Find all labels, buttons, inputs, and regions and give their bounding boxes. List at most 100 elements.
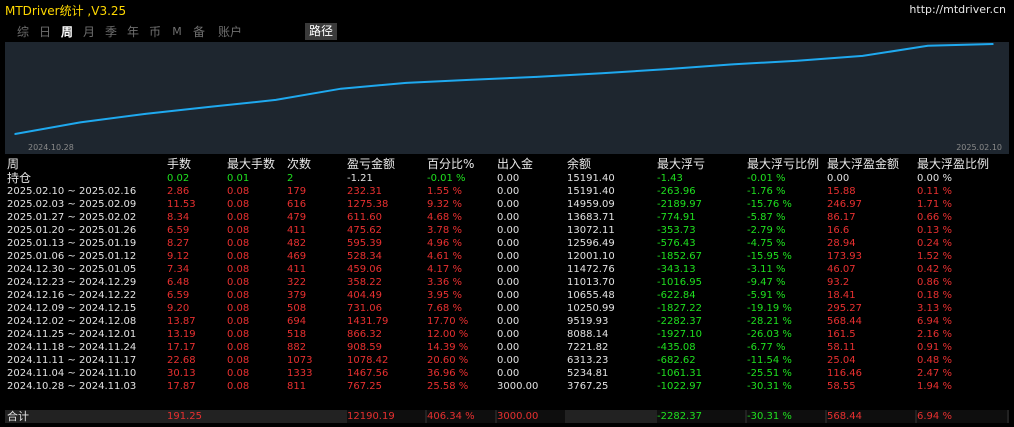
tab-month[interactable]: 月 bbox=[81, 23, 97, 41]
table-row[interactable]: 2025.02.03 ~ 2025.02.09 11.53 0.08 616 1275.… bbox=[5, 198, 1009, 211]
header-profit[interactable]: 盈亏金额 bbox=[347, 157, 425, 172]
tab-week[interactable]: 周 bbox=[59, 23, 75, 41]
table-row[interactable]: 2024.12.02 ~ 2024.12.08 13.87 0.08 694 1431.… bbox=[5, 315, 1009, 328]
max-float-profit-cell: 173.93 bbox=[827, 251, 862, 262]
header-max-float-profit[interactable]: 最大浮盈金额 bbox=[827, 157, 915, 172]
max-lots-cell: 0.08 bbox=[227, 251, 250, 262]
percent-cell: 1.55 % bbox=[427, 186, 462, 197]
equity-curve-line bbox=[14, 43, 994, 135]
max-drawdown-cell: -1927.10 bbox=[657, 329, 702, 340]
max-drawdown-cell: -1852.67 bbox=[657, 251, 702, 262]
tab-m[interactable]: M bbox=[171, 23, 183, 41]
tab-summary[interactable]: 综 bbox=[15, 23, 31, 41]
max-float-profit-ratio-cell: 0.86 % bbox=[917, 277, 952, 288]
week-period-cell: 2025.01.13 ~ 2025.01.19 bbox=[7, 238, 137, 249]
week-period-cell: 2024.12.23 ~ 2024.12.29 bbox=[7, 277, 137, 288]
table-row[interactable]: 2024.11.04 ~ 2024.11.10 30.13 0.08 1333 1467… bbox=[5, 367, 1009, 380]
max-drawdown-ratio-cell: -15.76 % bbox=[747, 199, 792, 210]
header-week[interactable]: 周 bbox=[7, 157, 165, 172]
header-max-drawdown[interactable]: 最大浮亏 bbox=[657, 157, 745, 172]
max-drawdown-cell: -1827.22 bbox=[657, 303, 702, 314]
max-lots-cell: 0.08 bbox=[227, 355, 250, 366]
open-trades-cell: 2 bbox=[287, 173, 294, 184]
open-max-drawdown-ratio-cell: -0.01 % bbox=[747, 173, 786, 184]
max-drawdown-ratio-cell: -6.77 % bbox=[747, 342, 786, 353]
max-float-profit-cell: 116.46 bbox=[827, 368, 862, 379]
header-balance[interactable]: 余额 bbox=[567, 157, 655, 172]
max-drawdown-cell: -774.91 bbox=[657, 212, 696, 223]
percent-cell: 20.60 % bbox=[427, 355, 469, 366]
max-float-profit-ratio-cell: 2.16 % bbox=[917, 329, 952, 340]
max-drawdown-ratio-cell: -25.51 % bbox=[747, 368, 792, 379]
profit-cell: 731.06 bbox=[347, 303, 382, 314]
header-max-drawdown-ratio[interactable]: 最大浮亏比例 bbox=[747, 157, 825, 172]
header-max-lots[interactable]: 最大手数 bbox=[227, 157, 285, 172]
table-row[interactable]: 2024.10.28 ~ 2024.11.03 17.87 0.08 811 767.2… bbox=[5, 380, 1009, 393]
trades-cell: 322 bbox=[287, 277, 307, 288]
open-position-label: 持仓 bbox=[7, 172, 32, 185]
lots-cell: 13.87 bbox=[167, 316, 196, 327]
week-period-cell: 2025.01.27 ~ 2025.02.02 bbox=[7, 212, 137, 223]
table-row[interactable]: 2025.01.06 ~ 2025.01.12 9.12 0.08 469 528.34… bbox=[5, 250, 1009, 263]
table-row[interactable]: 2025.01.27 ~ 2025.02.02 8.34 0.08 479 611.60… bbox=[5, 211, 1009, 224]
path-button[interactable]: 路径 bbox=[305, 23, 338, 40]
profit-cell: 528.34 bbox=[347, 251, 382, 262]
table-row[interactable]: 2024.12.23 ~ 2024.12.29 6.48 0.08 322 358.22… bbox=[5, 276, 1009, 289]
profit-cell: 459.06 bbox=[347, 264, 382, 275]
balance-cell: 13072.11 bbox=[567, 225, 615, 236]
max-drawdown-cell: -263.96 bbox=[657, 186, 696, 197]
lots-cell: 9.12 bbox=[167, 251, 190, 262]
tab-quarter[interactable]: 季 bbox=[103, 23, 119, 41]
tab-year[interactable]: 年 bbox=[125, 23, 141, 41]
week-period-cell: 2024.11.18 ~ 2024.11.24 bbox=[7, 342, 137, 353]
header-deposit[interactable]: 出入金 bbox=[497, 157, 565, 172]
max-drawdown-ratio-cell: -5.87 % bbox=[747, 212, 786, 223]
table-row[interactable]: 2024.11.11 ~ 2024.11.17 22.68 0.08 1073 1078… bbox=[5, 354, 1009, 367]
app-title: MTDriver统计 ,V3.25 bbox=[5, 4, 127, 18]
total-max-drawdown-ratio-cell: -30.31 % bbox=[747, 410, 825, 423]
table-row[interactable]: 2024.12.30 ~ 2025.01.05 7.34 0.08 411 459.06… bbox=[5, 263, 1009, 276]
trades-cell: 411 bbox=[287, 264, 307, 275]
tab-day[interactable]: 日 bbox=[37, 23, 53, 41]
percent-cell: 14.39 % bbox=[427, 342, 469, 353]
balance-cell: 10250.99 bbox=[567, 303, 615, 314]
max-lots-cell: 0.08 bbox=[227, 381, 250, 392]
total-max-float-profit-cell: 568.44 bbox=[827, 410, 915, 423]
trades-cell: 694 bbox=[287, 316, 307, 327]
tab-currency[interactable]: 币 bbox=[147, 23, 163, 41]
table-row[interactable]: 2025.02.10 ~ 2025.02.16 2.86 0.08 179 232.31… bbox=[5, 185, 1009, 198]
open-max-drawdown-cell: -1.43 bbox=[657, 173, 683, 184]
table-row[interactable]: 2024.12.09 ~ 2024.12.15 9.20 0.08 508 731.06… bbox=[5, 302, 1009, 315]
equity-curve-point bbox=[209, 106, 212, 108]
profit-cell: 404.49 bbox=[347, 290, 382, 301]
table-row[interactable]: 2024.11.18 ~ 2024.11.24 17.17 0.08 882 908.5… bbox=[5, 341, 1009, 354]
equity-curve-point bbox=[731, 63, 733, 66]
table-row[interactable]: 2024.12.16 ~ 2024.12.22 6.59 0.08 379 404.49… bbox=[5, 289, 1009, 302]
max-lots-cell: 0.08 bbox=[227, 212, 250, 223]
week-period-cell: 2024.10.28 ~ 2024.11.03 bbox=[7, 381, 137, 392]
header-trades[interactable]: 次数 bbox=[287, 157, 345, 172]
max-float-profit-ratio-cell: 1.94 % bbox=[917, 381, 952, 392]
open-position-row[interactable]: 持仓 0.02 0.01 2 -1.21 -0.01 % 0.00 15191.40 -1.4… bbox=[5, 172, 1009, 185]
max-float-profit-cell: 46.07 bbox=[827, 264, 856, 275]
max-drawdown-ratio-cell: -5.91 % bbox=[747, 290, 786, 301]
max-float-profit-cell: 295.27 bbox=[827, 303, 862, 314]
max-lots-cell: 0.08 bbox=[227, 186, 250, 197]
table-row[interactable]: 2025.01.20 ~ 2025.01.26 6.59 0.08 411 475.62… bbox=[5, 224, 1009, 237]
max-lots-cell: 0.08 bbox=[227, 238, 250, 249]
header-lots[interactable]: 手数 bbox=[167, 157, 225, 172]
trades-cell: 1333 bbox=[287, 368, 313, 379]
table-row[interactable]: 2024.11.25 ~ 2024.12.01 13.19 0.08 518 866.3… bbox=[5, 328, 1009, 341]
tab-account[interactable]: 账户 bbox=[215, 23, 245, 41]
website-link[interactable]: http://mtdriver.cn bbox=[909, 3, 1006, 16]
header-max-float-profit-ratio[interactable]: 最大浮盈比例 bbox=[917, 157, 1007, 172]
deposit-cell: 0.00 bbox=[497, 238, 520, 249]
deposit-cell: 3000.00 bbox=[497, 381, 539, 392]
open-balance-cell: 15191.40 bbox=[567, 173, 615, 184]
deposit-cell: 0.00 bbox=[497, 199, 520, 210]
table-row[interactable]: 2025.01.13 ~ 2025.01.19 8.27 0.08 482 595.39… bbox=[5, 237, 1009, 250]
tab-notes[interactable]: 备 bbox=[191, 23, 207, 41]
deposit-cell: 0.00 bbox=[497, 251, 520, 262]
equity-curve-point bbox=[340, 87, 342, 90]
header-percent[interactable]: 百分比% bbox=[427, 157, 495, 172]
